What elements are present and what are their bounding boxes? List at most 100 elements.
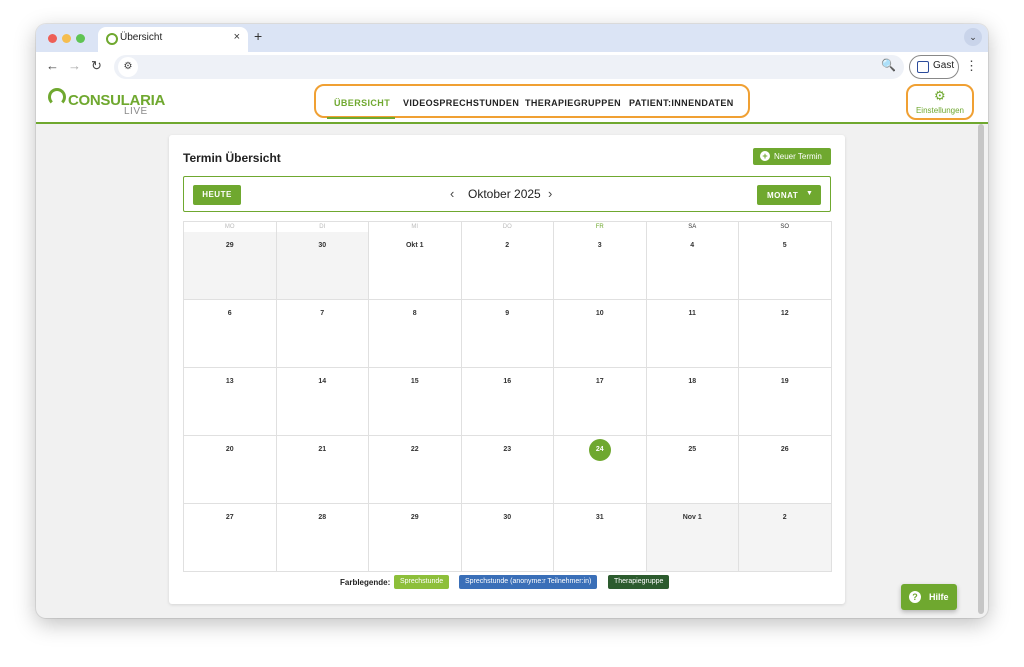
- logo-subtitle: LIVE: [124, 106, 148, 117]
- calendar-day[interactable]: 29: [369, 504, 462, 572]
- calendar-week-row: 20 21 22 23 24 25 26: [184, 436, 832, 504]
- day-number: 10: [595, 310, 604, 317]
- color-legend: Farblegende: Sprechstunde Sprechstunde (…: [169, 574, 845, 590]
- consularia-logo-icon: [48, 88, 66, 106]
- day-number: 23: [503, 446, 512, 453]
- weekday-header: DI: [277, 222, 369, 232]
- address-bar[interactable]: ⚙ 🔍: [114, 55, 904, 79]
- new-appointment-button[interactable]: + Neuer Termin: [753, 148, 831, 165]
- calendar-day[interactable]: 29: [184, 232, 277, 300]
- calendar-day[interactable]: 13: [184, 368, 277, 436]
- calendar-day[interactable]: 9: [461, 300, 554, 368]
- calendar-day[interactable]: 17: [554, 368, 647, 436]
- calendar-day[interactable]: 30: [461, 504, 554, 572]
- calendar-day[interactable]: 19: [739, 368, 832, 436]
- calendar-day[interactable]: 10: [554, 300, 647, 368]
- day-number: 7: [320, 310, 325, 317]
- tab-title: Übersicht: [120, 32, 163, 43]
- zoom-icon[interactable]: 🔍: [881, 58, 896, 72]
- settings-label: Einstellungen: [915, 106, 965, 115]
- day-number: Okt 1: [405, 242, 424, 249]
- next-month-icon[interactable]: ›: [548, 186, 552, 201]
- new-tab-button[interactable]: +: [254, 28, 262, 44]
- day-number: 15: [410, 378, 419, 385]
- tab-search-button[interactable]: ⌄: [964, 28, 982, 46]
- weekday-header: MI: [369, 222, 462, 232]
- guest-profile-icon: [917, 61, 929, 73]
- view-select-button[interactable]: MONAT ▼: [757, 185, 821, 205]
- calendar-day[interactable]: 20: [184, 436, 277, 504]
- browser-menu-icon[interactable]: ⋮: [965, 58, 978, 74]
- tab-bar: Übersicht × + ⌄: [36, 24, 988, 52]
- calendar-day[interactable]: 26: [739, 436, 832, 504]
- new-appointment-label: Neuer Termin: [774, 152, 822, 161]
- month-calendar-grid: MO DI MI DO FR SA SO 29 30 Okt 1 2 3 4 5 6 7 8 9 10…: [183, 221, 832, 572]
- day-number: 11: [688, 310, 696, 317]
- calendar-day[interactable]: 27: [184, 504, 277, 572]
- calendar-day[interactable]: 2: [461, 232, 554, 300]
- calendar-week-row: 29 30 Okt 1 2 3 4 5: [184, 232, 832, 300]
- profile-button[interactable]: Gast: [909, 55, 959, 79]
- day-number: 14: [318, 378, 327, 385]
- logo-name[interactable]: CONSULARIA: [68, 92, 165, 109]
- today-button[interactable]: HEUTE: [193, 185, 241, 205]
- settings-button[interactable]: ⚙ Einstellungen: [906, 84, 974, 120]
- window-close-button[interactable]: [48, 34, 57, 43]
- weekday-header: FR: [554, 222, 647, 232]
- calendar-day[interactable]: 23: [461, 436, 554, 504]
- calendar-day[interactable]: 6: [184, 300, 277, 368]
- help-button[interactable]: ? Hilfe: [901, 584, 957, 610]
- calendar-day[interactable]: 16: [461, 368, 554, 436]
- calendar-day[interactable]: 7: [276, 300, 369, 368]
- calendar-day[interactable]: 3: [554, 232, 647, 300]
- nav-videosprechstunden[interactable]: VIDEOSPRECHSTUNDEN: [403, 98, 519, 108]
- day-number: 13: [225, 378, 234, 385]
- calendar-day[interactable]: 11: [646, 300, 739, 368]
- calendar-day[interactable]: 4: [646, 232, 739, 300]
- calendar-week-row: 6 7 8 9 10 11 12: [184, 300, 832, 368]
- nav-therapiegruppen[interactable]: THERAPIEGRUPPEN: [525, 98, 621, 108]
- calendar-day[interactable]: 25: [646, 436, 739, 504]
- profile-label: Gast: [933, 60, 955, 71]
- day-number: 20: [225, 446, 234, 453]
- month-title: Oktober 2025: [468, 187, 541, 201]
- calendar-day[interactable]: 31: [554, 504, 647, 572]
- calendar-day[interactable]: 12: [739, 300, 832, 368]
- weekday-header: MO: [184, 222, 277, 232]
- calendar-day[interactable]: 21: [276, 436, 369, 504]
- forward-icon[interactable]: →: [68, 58, 81, 73]
- calendar-day[interactable]: 8: [369, 300, 462, 368]
- calendar-day[interactable]: 14: [276, 368, 369, 436]
- calendar-day[interactable]: 28: [276, 504, 369, 572]
- day-number: 2: [505, 242, 510, 249]
- calendar-day[interactable]: 2: [739, 504, 832, 572]
- page-scrollbar[interactable]: [978, 124, 984, 614]
- calendar-day[interactable]: Okt 1: [369, 232, 462, 300]
- calendar-day[interactable]: 18: [646, 368, 739, 436]
- nav-patientinnendaten[interactable]: PATIENT:INNENDATEN: [629, 98, 734, 108]
- site-settings-icon[interactable]: ⚙: [118, 57, 138, 77]
- caret-down-icon: ▼: [806, 190, 814, 197]
- weekday-header: SO: [739, 222, 832, 232]
- reload-icon[interactable]: ↻: [91, 58, 102, 74]
- window-minimize-button[interactable]: [62, 34, 71, 43]
- close-tab-icon[interactable]: ×: [234, 31, 240, 43]
- weekday-header-row: MO DI MI DO FR SA SO: [184, 222, 832, 232]
- back-icon[interactable]: ←: [46, 58, 59, 73]
- browser-tab[interactable]: Übersicht ×: [98, 27, 248, 52]
- browser-window: Übersicht × + ⌄ ← → ↻ ⚙ 🔍 Gast ⋮ CONSULA…: [36, 24, 988, 618]
- calendar-day[interactable]: 30: [276, 232, 369, 300]
- previous-month-icon[interactable]: ‹: [450, 186, 454, 201]
- calendar-day[interactable]: 22: [369, 436, 462, 504]
- day-number: 4: [690, 242, 695, 249]
- calendar-day-today[interactable]: 24: [554, 436, 647, 504]
- nav-uebersicht[interactable]: ÜBERSICHT: [334, 98, 390, 108]
- day-number: 29: [410, 514, 419, 521]
- day-number: 21: [318, 446, 327, 453]
- active-nav-indicator: [327, 117, 395, 119]
- calendar-day[interactable]: 5: [739, 232, 832, 300]
- calendar-day[interactable]: Nov 1: [646, 504, 739, 572]
- calendar-day[interactable]: 15: [369, 368, 462, 436]
- calendar-toolbar: HEUTE ‹ Oktober 2025 › MONAT ▼: [183, 176, 831, 212]
- window-zoom-button[interactable]: [76, 34, 85, 43]
